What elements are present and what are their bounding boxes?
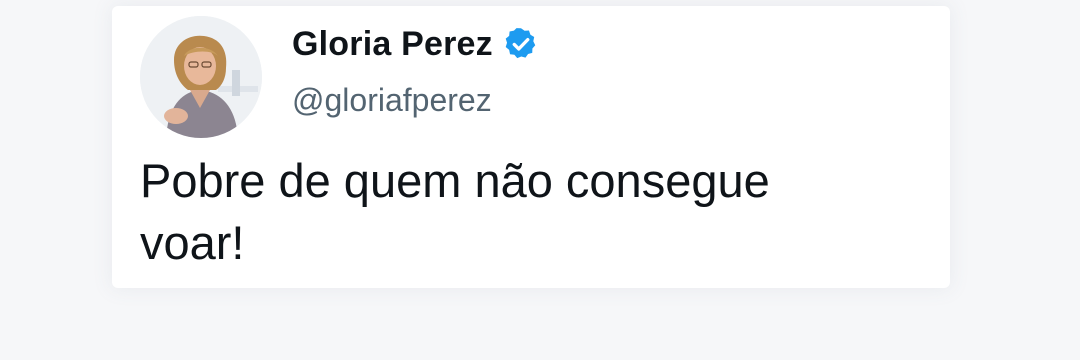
author-display-name[interactable]: Gloria Perez	[292, 25, 493, 64]
tweet-text-line-2: voar!	[140, 216, 245, 269]
tweet-text-line-1: Pobre de quem não consegue	[140, 154, 770, 207]
verified-badge-icon	[505, 28, 536, 59]
author-handle[interactable]: @gloriafperez	[292, 82, 492, 119]
tweet-text: Pobre de quem não consegue voar!	[140, 150, 940, 274]
avatar-photo	[140, 16, 262, 138]
avatar[interactable]	[140, 16, 262, 138]
author-name-row: Gloria Perez	[292, 22, 539, 66]
screenshot-page: Gloria Perez @gloriafperez Pobre de quem…	[0, 0, 1080, 360]
